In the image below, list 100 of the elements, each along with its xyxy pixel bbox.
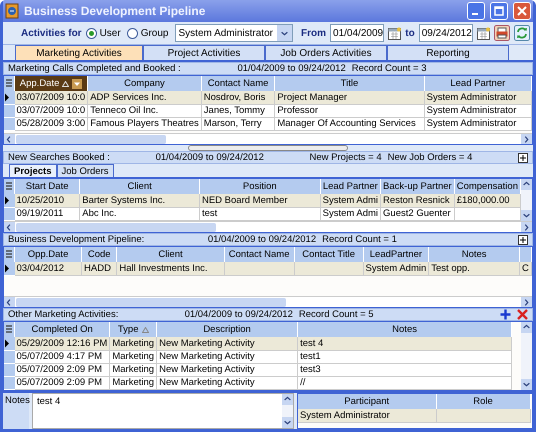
column-header[interactable]: Code [82, 247, 117, 262]
column-chooser-icon[interactable] [6, 325, 12, 334]
horizontal-scrollbar[interactable] [4, 296, 532, 307]
horizontal-scrollbar[interactable] [4, 221, 532, 232]
table-cell: ADP Services Inc. [88, 91, 202, 104]
date-field[interactable]: 01/04/2009 [330, 24, 384, 42]
table-cell: System Admi [320, 207, 381, 220]
column-header[interactable]: Title [274, 76, 424, 91]
delete-icon[interactable] [517, 309, 528, 320]
section-title: New Searches Booked : [8, 152, 110, 163]
sort-arrow-icon [62, 80, 70, 86]
tab[interactable]: Project Activities [143, 45, 265, 60]
table-cell: System Administrator [424, 117, 532, 130]
record-count: Record Count = 5 [298, 309, 374, 320]
column-header[interactable]: Notes [298, 322, 512, 337]
chevron-right-icon[interactable] [522, 223, 531, 232]
maximize-button[interactable] [490, 2, 508, 20]
person-dropdown[interactable]: System Administrator [174, 24, 294, 42]
expand-icon[interactable] [518, 234, 528, 244]
minimize-button[interactable] [467, 2, 485, 20]
column-header[interactable]: Client [80, 179, 200, 194]
column-header[interactable]: Notes [428, 247, 520, 262]
column-chooser-icon[interactable] [6, 250, 12, 259]
to-label: to [405, 28, 415, 38]
table-cell: 05/07/2009 2:09 PM [14, 363, 110, 376]
calendar-icon[interactable] [388, 26, 402, 40]
table-cell: test1 [298, 350, 512, 363]
radio-option[interactable]: Group [126, 28, 168, 38]
column-header[interactable]: Contact Name [201, 76, 275, 91]
table-cell: Test opp. [428, 262, 520, 275]
table-cell: Nosdrov, Boris [201, 91, 275, 104]
column-header[interactable]: Client [116, 247, 224, 262]
column-chooser-icon[interactable] [6, 182, 12, 191]
column-header[interactable]: Role [436, 394, 530, 409]
tab[interactable]: Job Orders [56, 164, 114, 177]
vertical-scrollbar[interactable] [282, 394, 293, 428]
column-header[interactable]: Contact Title [294, 247, 364, 262]
sort-arrow-icon [142, 326, 149, 332]
table-cell: 09/19/2011 [14, 207, 80, 220]
column-header[interactable]: Description [156, 322, 298, 337]
add-icon[interactable] [500, 309, 511, 320]
close-button[interactable] [513, 2, 531, 20]
date-range: 01/04/2009 to 09/24/2012 [208, 234, 316, 245]
table-cell: Professor [274, 104, 424, 117]
date-range: 01/04/2009 to 09/24/2012 [237, 63, 346, 74]
record-count: Record Count = 3 [352, 63, 426, 74]
section-title: Marketing Calls Completed and Booked : [8, 63, 181, 74]
column-header[interactable]: Back-up Partner [380, 179, 454, 194]
notes-field[interactable]: test 4 [32, 393, 294, 429]
column-header[interactable]: Type [110, 322, 157, 337]
tab[interactable]: Marketing Activities [15, 45, 143, 60]
column-chooser-icon[interactable] [6, 79, 12, 88]
table-cell: test [199, 207, 320, 220]
dropdown-icon[interactable] [72, 78, 82, 88]
table-cell: New Marketing Activity [156, 363, 298, 376]
column-header[interactable]: Start Date [14, 179, 80, 194]
refresh-icon[interactable] [514, 25, 530, 41]
notes-label: Notes [3, 393, 29, 429]
table-cell: Marketing [110, 350, 157, 363]
table-cell: // [298, 376, 512, 389]
calendar-icon[interactable] [477, 26, 490, 40]
chevron-down-icon[interactable] [283, 418, 292, 427]
table-cell: C [519, 262, 532, 275]
table-cell: 05/07/2009 2:09 PM [14, 376, 110, 389]
column-header[interactable]: Completed On [14, 322, 110, 337]
column-header[interactable]: App.Date [14, 76, 88, 91]
column-header[interactable]: Position [199, 179, 320, 194]
column-header[interactable]: Lead Partner [320, 179, 381, 194]
expand-icon[interactable] [518, 152, 528, 162]
column-header[interactable]: LeadPartner [363, 247, 429, 262]
section-title: Business Development Pipeline: [8, 234, 144, 245]
tab[interactable]: Projects [9, 164, 56, 177]
column-header[interactable]: Opp.Date [14, 247, 82, 262]
tab[interactable]: Reporting [387, 45, 509, 60]
table-cell: Project Manager [274, 91, 424, 104]
chevron-right-icon[interactable] [522, 298, 531, 307]
table-cell: HADD [82, 262, 117, 275]
project-count: New Projects = 4 [310, 152, 382, 163]
chevron-down-icon[interactable] [522, 211, 531, 220]
date-field[interactable]: 09/24/2012 [418, 24, 473, 42]
table-cell: New Marketing Activity [156, 376, 298, 389]
horizontal-scrollbar[interactable] [4, 133, 532, 144]
column-header[interactable]: Lead Partner [424, 76, 532, 91]
tab[interactable]: Job Orders Activities [265, 45, 387, 60]
vertical-scrollbar[interactable] [521, 322, 532, 390]
table-cell: test 4 [298, 337, 512, 350]
column-header[interactable]: Contact Name [224, 247, 294, 262]
column-header[interactable]: Participant [298, 394, 436, 409]
printer-icon[interactable] [494, 25, 510, 41]
chevron-right-icon[interactable] [522, 135, 531, 144]
radio-option[interactable]: User [86, 28, 121, 38]
splitter-handle[interactable] [188, 145, 348, 151]
table-cell: System Admi [320, 194, 381, 207]
column-header[interactable]: Company [88, 76, 202, 91]
chevron-down-icon[interactable] [522, 380, 531, 389]
column-header[interactable]: Compensation [454, 179, 520, 194]
from-label: From [301, 28, 326, 38]
vertical-scrollbar[interactable] [521, 179, 532, 221]
table-cell: Hall Investments Inc. [116, 262, 224, 275]
table-cell: New Marketing Activity [156, 337, 298, 350]
